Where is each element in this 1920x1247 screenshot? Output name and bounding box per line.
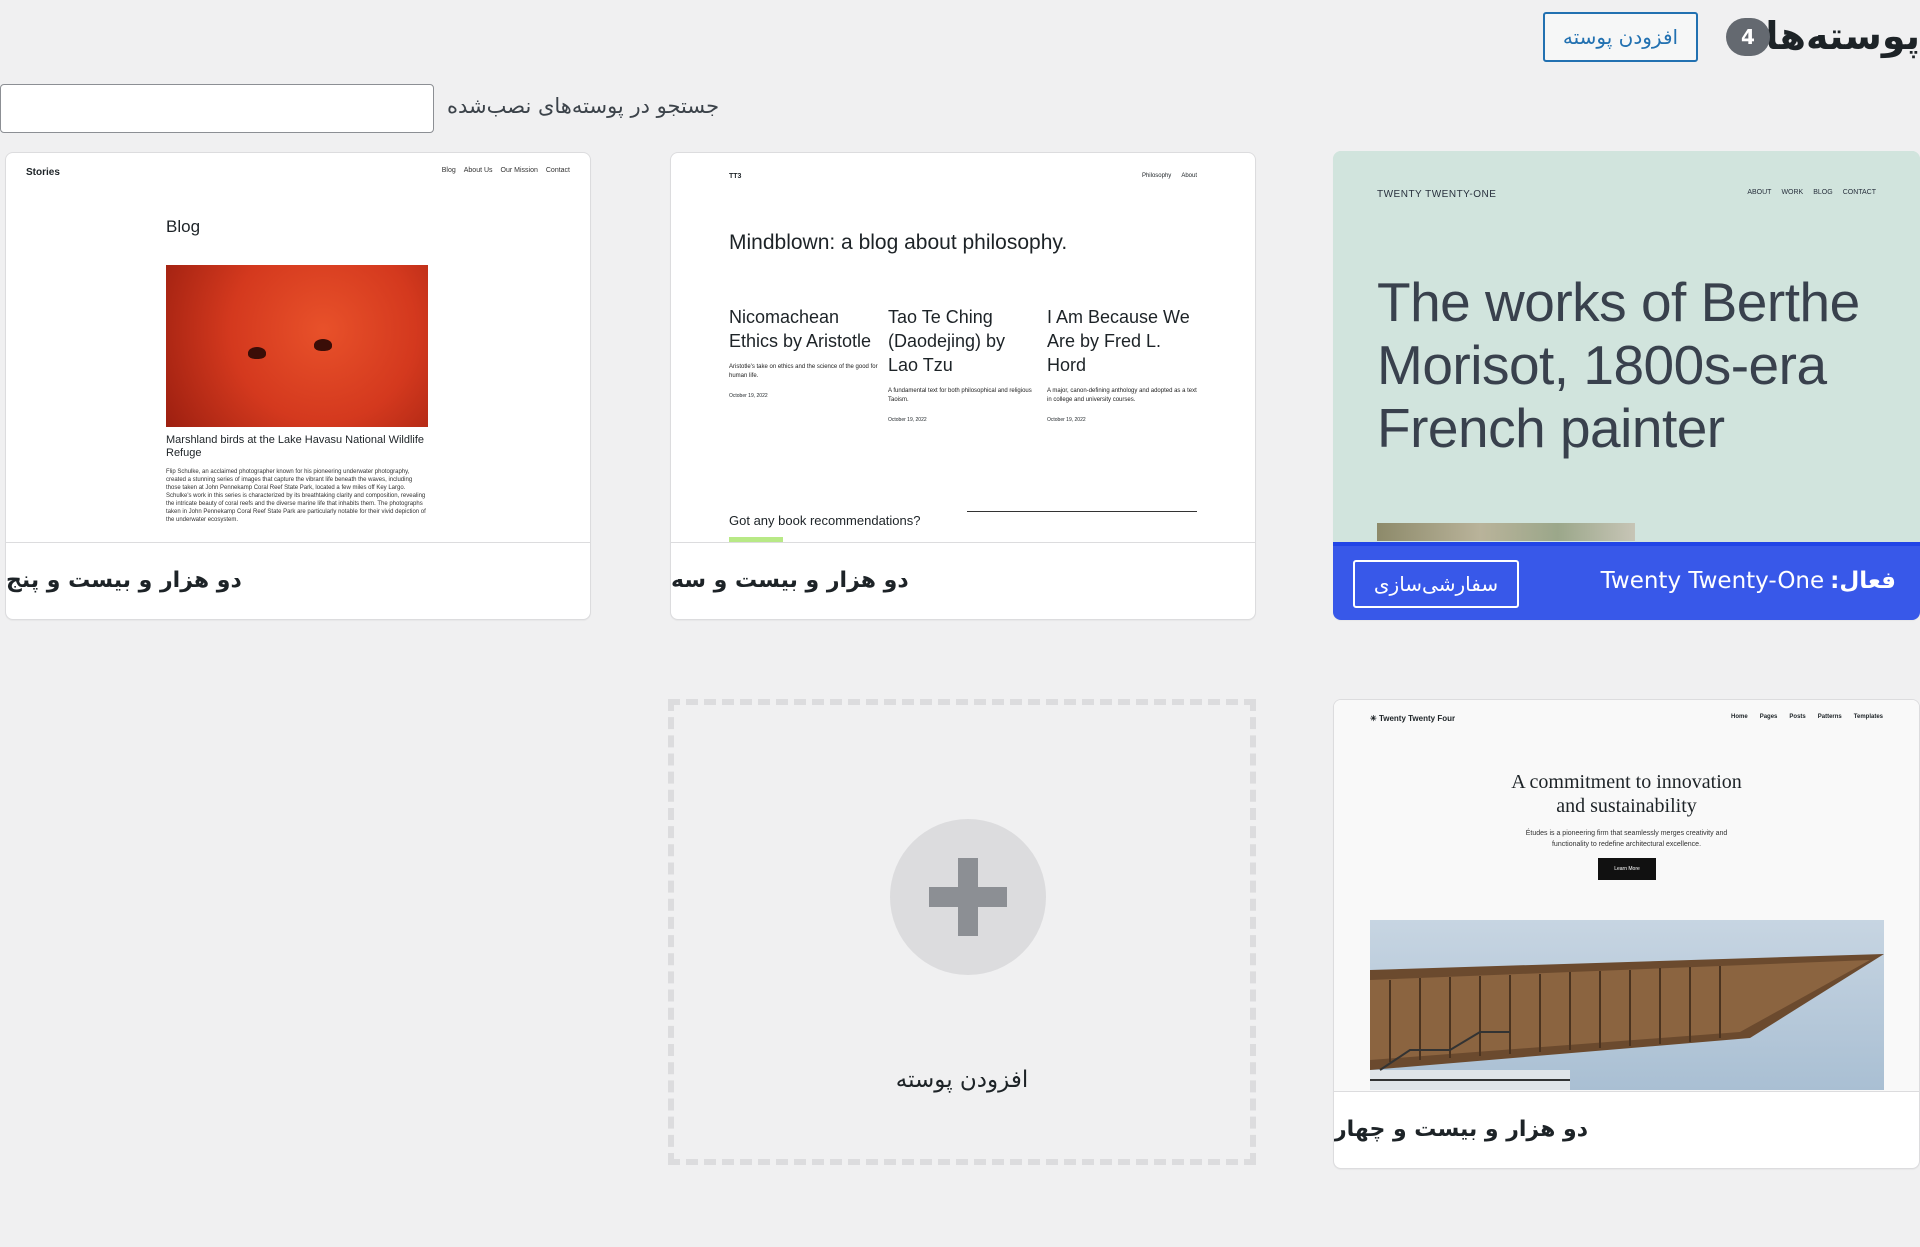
preview-nav-item: Templates <box>1853 714 1883 720</box>
preview-headline: The works of Berthe Morisot, 1800s-era F… <box>1377 271 1860 459</box>
search-label: جستجو در پوسته‌های نصب‌شده <box>447 94 720 118</box>
post-excerpt: A major, canon-defining anthology and ad… <box>1047 388 1197 403</box>
theme-name-label: دو هزار و بیست و پنج <box>6 567 242 593</box>
post-date: October 19, 2022 <box>888 417 927 423</box>
theme-name-label: Twenty Twenty-One <box>1600 568 1825 594</box>
preview-headline-text: A commitment to innovation and sustainab… <box>1511 771 1742 817</box>
theme-name: دو هزار و بیست و سه <box>671 541 1255 619</box>
preview-nav-item: Contact <box>545 167 570 174</box>
preview-nav-item: Philosophy <box>1141 173 1172 179</box>
theme-screenshot[interactable]: Stories Blog About Us Our Mission Contac… <box>6 153 590 543</box>
preview-brand: TT3 <box>729 173 742 180</box>
search-input[interactable] <box>0 84 434 133</box>
theme-name-label: دو هزار و بیست و چهار <box>1334 1116 1588 1142</box>
preview-subtext: Études is a pioneering firm that seamles… <box>1334 828 1919 850</box>
preview-nav-item: Home <box>1731 714 1748 720</box>
preview-nav-item: Posts <box>1789 714 1806 720</box>
add-theme-button[interactable]: افزودن پوسته <box>1543 12 1698 62</box>
preview-headline: A commitment to innovation and sustainab… <box>1334 770 1919 818</box>
plus-icon-vertical <box>958 858 978 936</box>
preview-nav-item: Patterns <box>1817 714 1842 720</box>
preview-post: Tao Te Ching (Daodejing) by Lao Tzu A fu… <box>888 305 1040 423</box>
theme-card-twenty-twenty-five[interactable]: Stories Blog About Us Our Mission Contac… <box>5 152 591 620</box>
active-prefix: فعال: <box>1830 568 1896 594</box>
preview-bird-image <box>166 265 428 427</box>
post-title: Nicomachean Ethics by Aristotle <box>729 307 872 351</box>
preview-post: Nicomachean Ethics by Aristotle Aristotl… <box>729 305 881 399</box>
theme-count-badge: 4 <box>1726 18 1770 56</box>
preview-brand: ✳ Twenty Twenty Four <box>1370 714 1456 723</box>
preview-brand: TWENTY TWENTY-ONE <box>1377 189 1497 200</box>
preview-nav-item: ABOUT <box>1747 189 1772 196</box>
preview-nav-item: CONTACT <box>1842 189 1876 196</box>
building-illustration <box>1370 954 1884 1090</box>
add-new-theme-label: افزودن پوسته <box>895 1067 1029 1093</box>
preview-nav-item: Pages <box>1759 714 1778 720</box>
page-title: پوسته‌ها <box>1765 14 1920 58</box>
preview-post: I Am Because We Are by Fred L. Hord A ma… <box>1047 305 1199 423</box>
post-date: October 19, 2022 <box>1047 417 1086 423</box>
customize-button[interactable]: سفارشی‌سازی <box>1353 560 1519 608</box>
bird-silhouette <box>248 347 266 359</box>
divider <box>967 511 1197 512</box>
theme-screenshot[interactable]: TWENTY TWENTY-ONE ABOUT WORK BLOG CONTAC… <box>1333 151 1920 541</box>
active-theme-label: فعال: Twenty Twenty-One <box>1601 568 1896 594</box>
preview-nav: Philosophy About <box>1142 173 1197 179</box>
post-title: Tao Te Ching (Daodejing) by Lao Tzu <box>888 307 1006 375</box>
preview-subtext-text: Études is a pioneering firm that seamles… <box>1525 830 1728 848</box>
preview-nav-item: About <box>1181 173 1197 179</box>
plus-icon[interactable] <box>890 819 1046 975</box>
preview-nav: ABOUT WORK BLOG CONTACT <box>1747 189 1876 196</box>
preview-recommend: Got any book recommendations? <box>729 513 921 528</box>
preview-building-photo <box>1370 920 1884 1090</box>
active-theme-bar: فعال: Twenty Twenty-One سفارشی‌سازی <box>1333 542 1920 620</box>
theme-screenshot[interactable]: TT3 Philosophy About Mindblown: a blog a… <box>671 153 1255 543</box>
preview-nav: Home Pages Posts Patterns Templates <box>1731 714 1883 720</box>
preview-body-text: Flip Schulke, an acclaimed photographer … <box>166 469 426 523</box>
preview-caption: Marshland birds at the Lake Havasu Natio… <box>166 434 425 459</box>
preview-brand: Stories <box>26 167 60 178</box>
preview-nav-item: WORK <box>1781 189 1804 196</box>
preview-nav-item: Blog <box>441 167 456 174</box>
post-date: October 19, 2022 <box>729 393 768 399</box>
post-title: I Am Because We Are by Fred L. Hord <box>1047 307 1190 375</box>
preview-nav: Blog About Us Our Mission Contact <box>442 167 570 174</box>
preview-heading: Blog <box>166 217 201 236</box>
post-excerpt: A fundamental text for both philosophica… <box>888 388 1032 403</box>
post-excerpt: Aristotle's take on ethics and the scien… <box>729 364 878 379</box>
preview-tagline: Mindblown: a blog about philosophy. <box>729 231 1068 254</box>
theme-card-twenty-twenty-three[interactable]: TT3 Philosophy About Mindblown: a blog a… <box>670 152 1256 620</box>
preview-nav-item: BLOG <box>1813 189 1833 196</box>
preview-nav-item: Our Mission <box>500 167 538 174</box>
theme-name: دو هزار و بیست و چهار <box>1334 1090 1919 1168</box>
theme-card-twenty-twenty-four[interactable]: ✳ Twenty Twenty Four Home Pages Posts Pa… <box>1333 699 1920 1169</box>
preview-nav-item: About Us <box>463 167 493 174</box>
preview-learn-more-button: Learn More <box>1598 858 1656 880</box>
theme-card-twenty-twenty-one-active[interactable]: TWENTY TWENTY-ONE ABOUT WORK BLOG CONTAC… <box>1333 151 1920 620</box>
add-new-theme-card[interactable]: افزودن پوسته <box>668 699 1256 1165</box>
bird-silhouette <box>314 339 332 351</box>
preview-painting-thumb <box>1377 523 1635 541</box>
preview-brand-text: Twenty Twenty Four <box>1378 714 1456 723</box>
theme-screenshot[interactable]: ✳ Twenty Twenty Four Home Pages Posts Pa… <box>1334 700 1919 1092</box>
theme-name: دو هزار و بیست و پنج <box>6 541 590 619</box>
theme-name-label: دو هزار و بیست و سه <box>671 567 909 593</box>
